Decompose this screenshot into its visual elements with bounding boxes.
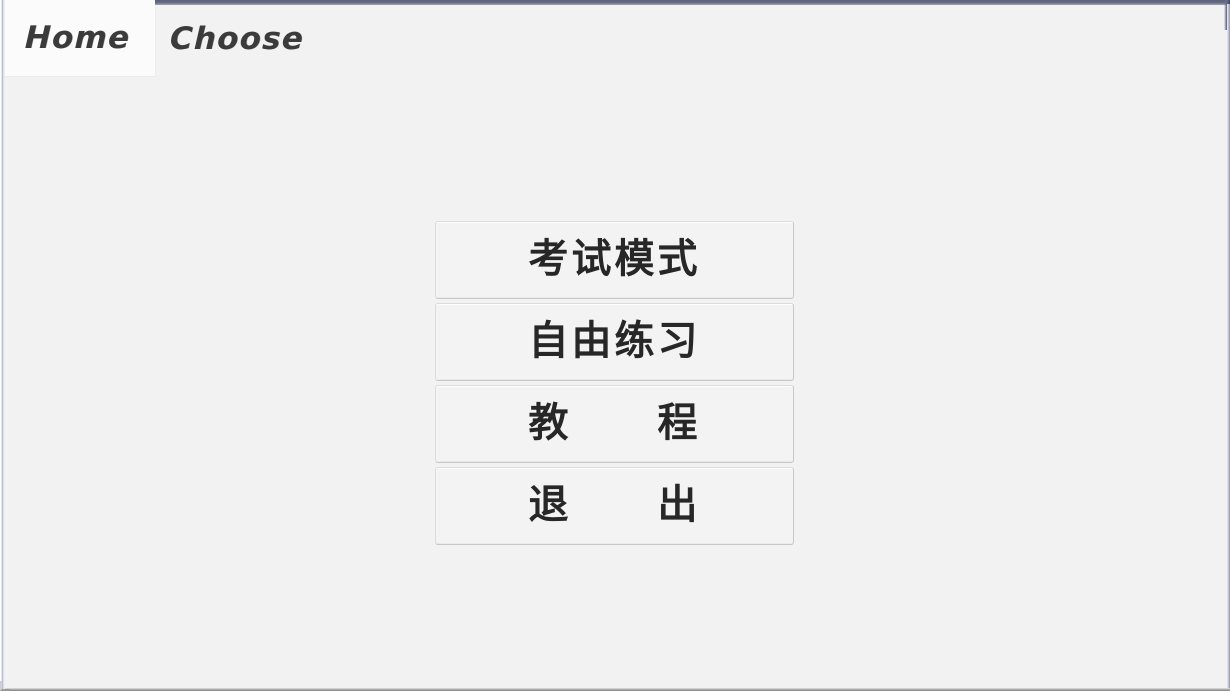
main-menu-button-stack: 考试模式 自由练习 教 程 退 出: [435, 221, 794, 545]
application-window: Home Choose 考试模式 自由练习 教 程 退 出: [0, 0, 1230, 691]
tutorial-button[interactable]: 教 程: [435, 385, 794, 463]
tutorial-button-label: 教 程: [528, 400, 701, 446]
free-practice-button-label: 自由练习: [528, 318, 701, 364]
tab-home[interactable]: Home: [0, 0, 156, 77]
window-top-border: [155, 0, 1230, 5]
exam-mode-button[interactable]: 考试模式: [435, 221, 794, 299]
free-practice-button[interactable]: 自由练习: [435, 303, 794, 381]
exam-mode-button-label: 考试模式: [528, 236, 701, 282]
tab-choose-label: Choose: [169, 20, 305, 57]
window-bottom-left-corner: [0, 681, 10, 691]
tab-home-label: Home: [24, 20, 131, 56]
exit-button[interactable]: 退 出: [435, 467, 794, 545]
exit-button-label: 退 出: [528, 482, 701, 528]
window-left-border: [0, 0, 5, 691]
tab-choose[interactable]: Choose: [157, 0, 317, 77]
tab-bar: Home Choose: [0, 0, 1230, 78]
